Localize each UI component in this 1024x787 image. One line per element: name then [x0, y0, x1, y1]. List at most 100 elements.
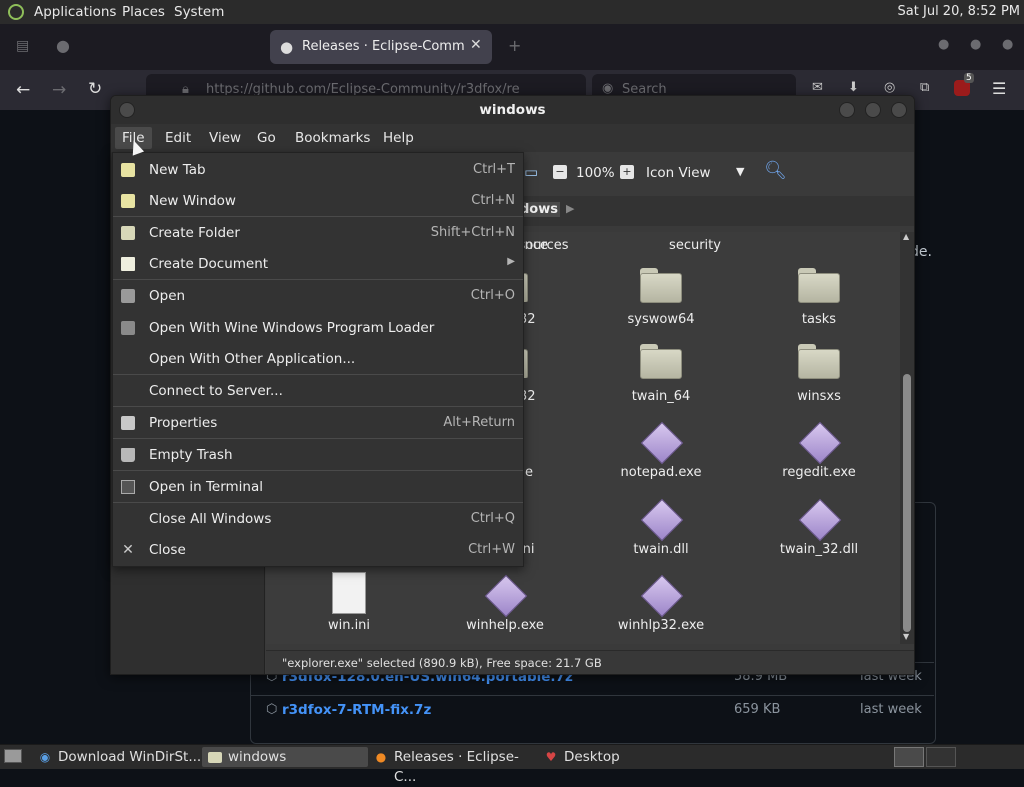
file-item-notepad[interactable]: notepad.exe	[586, 421, 736, 492]
file-item-twain32-dll[interactable]: twain_32.dll	[744, 498, 894, 569]
workspace-switcher-2[interactable]	[926, 747, 956, 767]
menu-item-open-with-wine[interactable]: Open With Wine Windows Program Loader	[113, 313, 523, 343]
computer-icon[interactable]: ▭	[524, 163, 538, 181]
extensions-icon[interactable]: ⧉	[920, 80, 929, 95]
taskbar-item-desktop[interactable]: ♥ Desktop	[538, 747, 658, 767]
folder-item-tasks[interactable]: tasks	[744, 268, 894, 338]
menu-item-new-window[interactable]: New Window Ctrl+N	[113, 186, 523, 216]
show-desktop-icon[interactable]	[4, 749, 22, 763]
open-icon	[121, 289, 135, 303]
menu-item-properties[interactable]: Properties Alt+Return	[113, 408, 523, 438]
scroll-thumb[interactable]	[903, 374, 911, 632]
maximize-browser-icon[interactable]: ●	[970, 37, 981, 52]
taskbar-item-windirstat[interactable]: ◉ Download WinDirSt...	[32, 747, 202, 767]
minimize-icon[interactable]	[839, 102, 855, 118]
downloads-icon[interactable]: ⬇	[848, 80, 859, 95]
menu-bookmarks[interactable]: Bookmarks	[295, 130, 370, 146]
menu-separator	[113, 406, 523, 407]
file-item-winhelp[interactable]: winhelp.exe	[430, 574, 580, 645]
menu-help[interactable]: Help	[383, 130, 414, 146]
item-label: security	[669, 238, 721, 253]
reload-icon[interactable]: ↻	[88, 79, 102, 99]
folder-icon	[640, 344, 682, 379]
scroll-down-icon[interactable]: ▼	[903, 632, 909, 641]
taskbar-item-releases[interactable]: ● Releases · Eclipse-C...	[368, 747, 538, 785]
file-item-twain-dll[interactable]: twain.dll	[586, 498, 736, 569]
asset-link[interactable]: r3dfox-7-RTM-fix.7z	[282, 702, 431, 718]
menu-view[interactable]: View	[209, 130, 241, 146]
wine-icon	[121, 321, 135, 335]
menu-item-create-document[interactable]: Create Document ▶	[113, 249, 523, 279]
app-menu-icon[interactable]: ☰	[992, 79, 1006, 98]
list-tabs-icon[interactable]: ▤	[16, 38, 29, 54]
path-next-icon[interactable]: ▶	[566, 202, 574, 215]
distro-logo-icon[interactable]	[8, 4, 24, 20]
window-title: windows	[479, 102, 546, 118]
view-mode-select[interactable]: Icon View	[646, 165, 711, 181]
menu-item-open[interactable]: Open Ctrl+O	[113, 281, 523, 311]
executable-icon	[640, 421, 684, 465]
scrollbar[interactable]: ▲ ▼	[900, 232, 914, 644]
clock[interactable]: Sat Jul 20, 8:52 PM	[898, 4, 1020, 19]
back-icon[interactable]: ←	[16, 80, 30, 100]
folder-item-twain64[interactable]: twain_64	[586, 344, 736, 414]
asset-date: last week	[860, 702, 922, 717]
chevron-down-icon[interactable]: ▼	[736, 165, 744, 178]
browser-tab-releases[interactable]: ● Releases · Eclipse-Commun ✕	[270, 30, 492, 64]
menubar: File Edit View Go Bookmarks Help	[111, 124, 914, 152]
status-bar: "explorer.exe" selected (890.9 kB), Free…	[266, 650, 914, 674]
browser-icon: ◉	[39, 750, 51, 764]
account-icon[interactable]: ◎	[884, 80, 895, 95]
menu-item-label: New Window	[149, 193, 236, 209]
menu-item-open-terminal[interactable]: Open in Terminal	[113, 472, 523, 502]
folder-item-winsxs[interactable]: winsxs	[744, 344, 894, 414]
new-tab-icon[interactable]: +	[508, 36, 521, 55]
menu-item-open-with-other[interactable]: Open With Other Application...	[113, 344, 523, 374]
zoom-out-icon[interactable]: −	[553, 165, 567, 179]
minimize-browser-icon[interactable]: ●	[938, 37, 949, 52]
system-menu[interactable]: System	[174, 4, 224, 20]
path-current[interactable]: dows	[518, 202, 560, 217]
menu-item-create-folder[interactable]: Create Folder Shift+Ctrl+N	[113, 218, 523, 248]
close-tab-icon[interactable]: ✕	[470, 37, 482, 53]
menu-item-empty-trash[interactable]: Empty Trash	[113, 440, 523, 470]
pocket-icon[interactable]: ✉	[812, 80, 823, 95]
new-tab-icon	[121, 163, 135, 177]
top-panel: Applications Places System Sat Jul 20, 8…	[0, 0, 1024, 25]
table-row: ⬡ r3dfox-7-RTM-fix.7z 659 KB last week	[250, 695, 934, 728]
folder-item-syswow64[interactable]: syswow64	[586, 268, 736, 338]
close-icon[interactable]	[891, 102, 907, 118]
github-icon: ●	[56, 36, 70, 55]
places-menu[interactable]: Places	[122, 4, 165, 20]
menu-item-accel: Alt+Return	[443, 415, 515, 430]
taskbar-item-windows[interactable]: windows	[202, 747, 368, 767]
item-label: winhelp.exe	[466, 618, 544, 633]
scroll-up-icon[interactable]: ▲	[903, 232, 909, 241]
menu-edit[interactable]: Edit	[165, 130, 191, 146]
applications-menu[interactable]: Applications	[34, 4, 116, 20]
package-icon: ⬡	[266, 702, 278, 717]
document-icon	[121, 257, 135, 271]
menu-item-connect-server[interactable]: Connect to Server...	[113, 376, 523, 406]
workspace-switcher[interactable]	[894, 747, 924, 767]
menu-item-close[interactable]: ✕ Close Ctrl+W	[113, 535, 523, 565]
file-menu: New Tab Ctrl+T New Window Ctrl+N Create …	[112, 152, 524, 567]
text-file-icon	[332, 572, 366, 614]
menu-item-label: Open With Wine Windows Program Loader	[149, 320, 435, 336]
window-menu-icon[interactable]	[119, 102, 135, 118]
close-browser-icon[interactable]: ●	[1002, 37, 1013, 52]
menu-item-new-tab[interactable]: New Tab Ctrl+T	[113, 155, 523, 185]
file-item-win-ini[interactable]: win.ini	[274, 572, 424, 642]
zoom-in-icon[interactable]: +	[620, 165, 634, 179]
file-item-winhlp32[interactable]: winhlp32.exe	[586, 574, 736, 645]
properties-icon	[121, 416, 135, 430]
maximize-icon[interactable]	[865, 102, 881, 118]
folder-icon	[798, 344, 840, 379]
forward-icon[interactable]: →	[52, 80, 66, 100]
window-titlebar[interactable]: windows	[111, 96, 914, 124]
menu-item-close-all[interactable]: Close All Windows Ctrl+Q	[113, 504, 523, 534]
file-item-regedit[interactable]: regedit.exe	[744, 421, 894, 492]
menu-item-label: Open	[149, 288, 186, 304]
menu-go[interactable]: Go	[257, 130, 276, 146]
search-icon[interactable]: 🔍︎	[764, 160, 787, 181]
